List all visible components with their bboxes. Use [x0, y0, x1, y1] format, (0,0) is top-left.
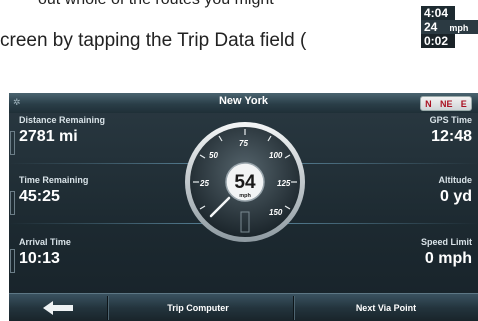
time-remaining-field[interactable]: Time Remaining 45:25 — [9, 175, 179, 215]
gauge-label-75: 75 — [239, 139, 248, 148]
speed-limit-field[interactable]: Speed Limit 0 mph — [309, 237, 478, 268]
compass-letter-e: E — [460, 98, 467, 109]
field-indicator-bar — [10, 131, 15, 155]
gauge-label-150: 150 — [269, 208, 283, 217]
current-speed-unit: mph — [239, 193, 251, 199]
gauge-label-100: 100 — [269, 151, 283, 160]
altitude-value: 0 yd — [439, 188, 472, 205]
distance-remaining-field[interactable]: Distance Remaining 2781 mi — [9, 115, 179, 155]
page-title: New York — [218, 95, 269, 107]
trip-data-field-image: 4:04 24 mph 0:02 — [421, 6, 478, 48]
back-button[interactable] — [9, 294, 107, 321]
trip-computer-button[interactable]: Trip Computer — [108, 294, 288, 321]
mini-speed: 24 — [424, 20, 438, 34]
mini-time: 4:04 — [421, 6, 455, 20]
mini-elapsed: 0:02 — [421, 34, 455, 48]
time-remaining-value: 45:25 — [19, 188, 60, 205]
gps-time-field[interactable]: GPS Time 12:48 — [309, 115, 478, 146]
back-arrow-icon — [43, 301, 73, 315]
altitude-label: Altitude — [438, 175, 473, 185]
arrival-time-label: Arrival Time — [19, 237, 71, 247]
compass-strip[interactable]: N NE E — [420, 96, 472, 111]
mini-speed-row: 24 mph — [421, 20, 478, 34]
speed-limit-label: Speed Limit — [420, 237, 472, 247]
gauge-label-50: 50 — [209, 151, 218, 160]
time-remaining-label: Time Remaining — [19, 175, 89, 185]
arrival-time-value: 10:13 — [19, 250, 60, 267]
altitude-field[interactable]: Altitude 0 yd — [309, 175, 478, 206]
gps-time-label: GPS Time — [429, 115, 472, 125]
arrival-time-field[interactable]: Arrival Time 10:13 — [9, 237, 179, 273]
field-indicator-bar — [10, 191, 15, 215]
trip-computer-screen: ✲ New York N NE E Distance Remaining 278… — [9, 93, 478, 321]
speed-limit-value: 0 mph — [424, 250, 472, 267]
gps-time-value: 12:48 — [431, 128, 472, 145]
next-via-point-button[interactable]: Next Via Point — [294, 294, 478, 321]
compass-letter-n: N — [425, 98, 432, 109]
gauge-label-125: 125 — [277, 179, 291, 188]
speedometer-gauge[interactable]: 25 50 75 100 125 150 54 mph — [183, 120, 307, 244]
current-speed-value: 54 — [234, 172, 256, 193]
mini-speed-unit: mph — [449, 23, 469, 33]
bottom-button-bar: Trip Computer Next Via Point — [9, 293, 478, 321]
gauge-label-25: 25 — [199, 179, 209, 188]
document-text-line-1: out whole of the routes you might — [38, 0, 274, 9]
distance-remaining-value: 2781 mi — [19, 128, 78, 145]
title-bar: ✲ New York N NE E — [9, 93, 478, 113]
field-indicator-bar — [10, 249, 15, 273]
document-text-line-2: creen by tapping the Trip Data field ( — [0, 30, 307, 51]
compass-letter-ne: NE — [439, 98, 453, 109]
distance-remaining-label: Distance Remaining — [19, 115, 106, 125]
